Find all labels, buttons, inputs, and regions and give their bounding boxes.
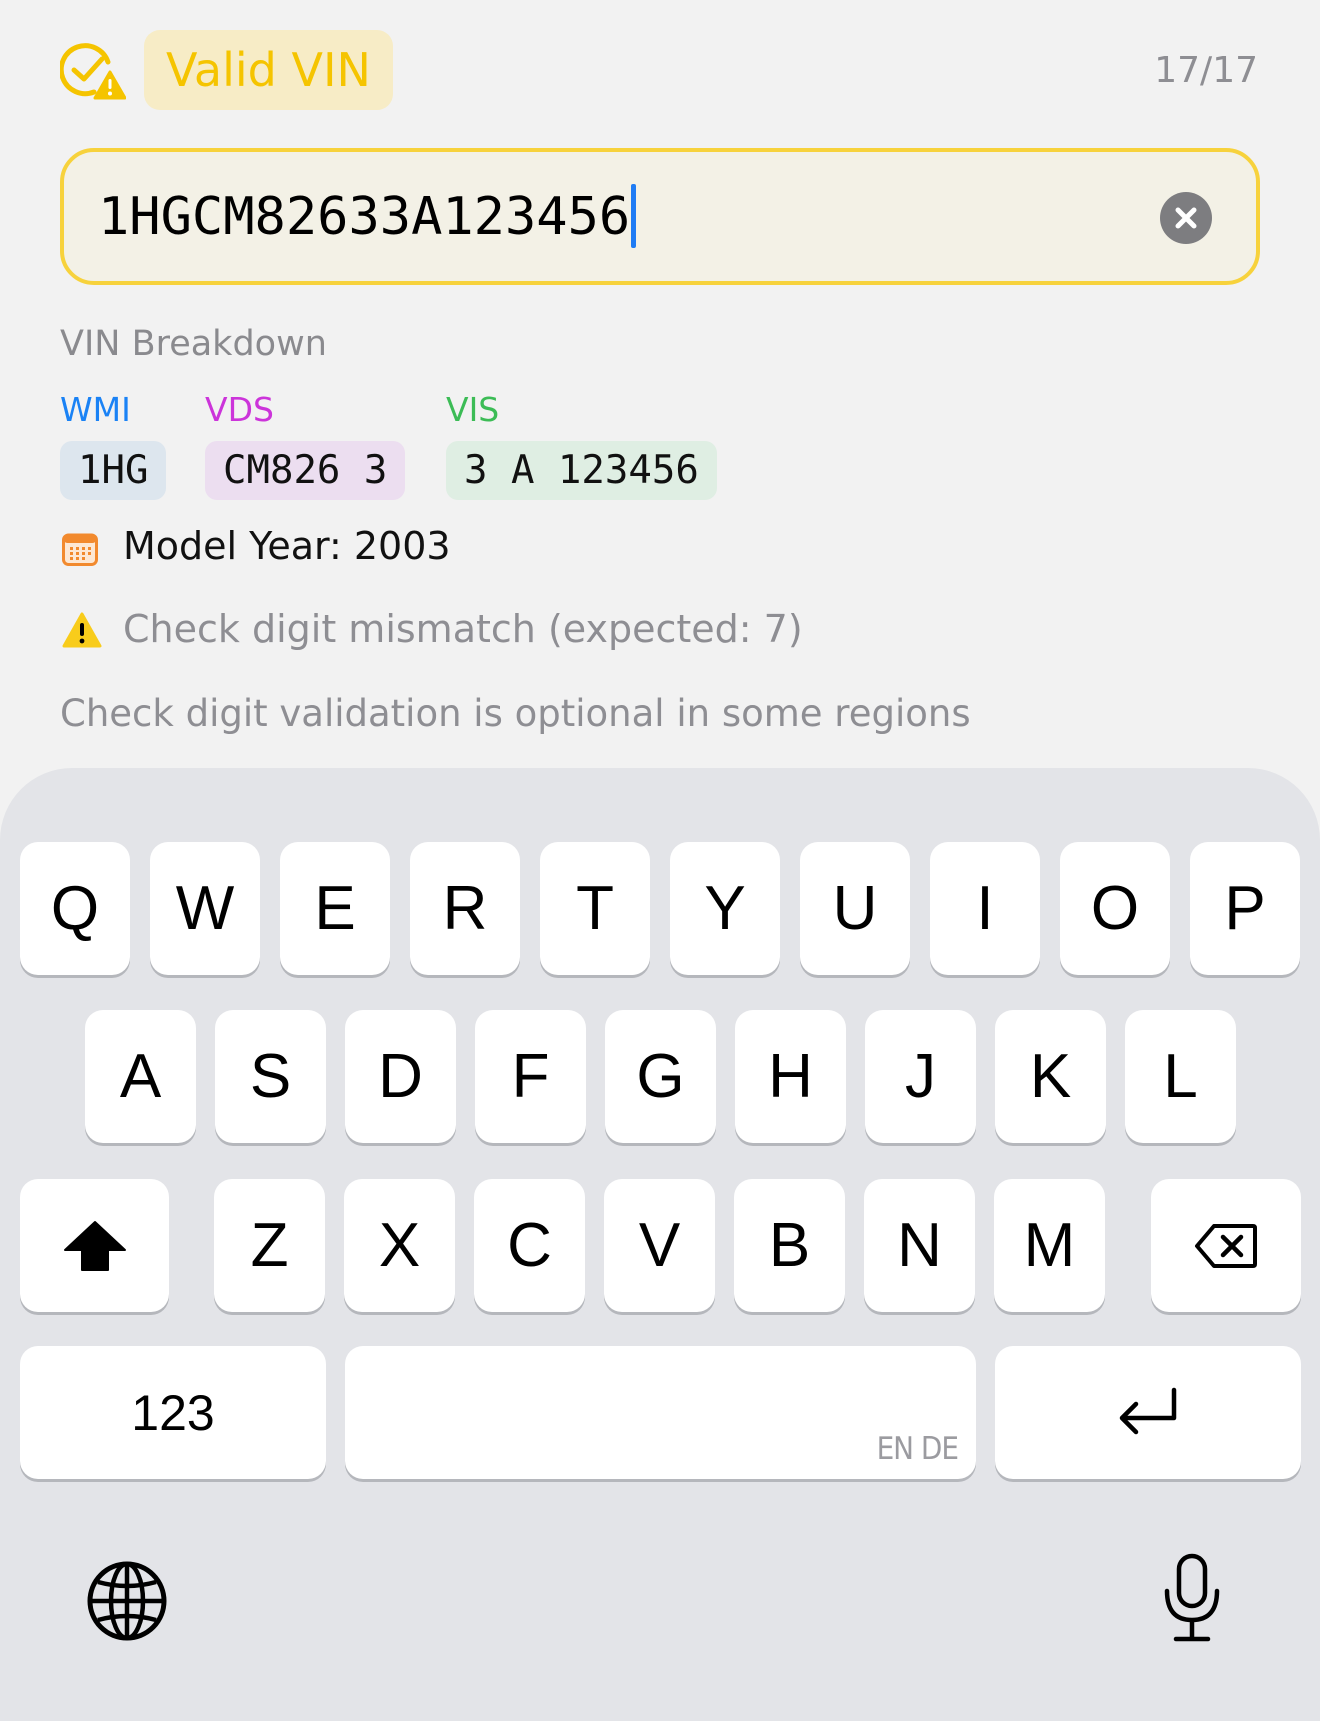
- key-e[interactable]: E: [280, 842, 390, 975]
- key-j[interactable]: J: [865, 1010, 976, 1143]
- text-cursor: [631, 184, 637, 248]
- character-count: 17/17: [1154, 50, 1258, 91]
- key-v[interactable]: V: [604, 1179, 715, 1312]
- space-key[interactable]: EN DE: [345, 1346, 976, 1479]
- key-t[interactable]: T: [540, 842, 650, 975]
- key-h[interactable]: H: [735, 1010, 846, 1143]
- status-badge: Valid VIN: [144, 30, 393, 110]
- key-u[interactable]: U: [800, 842, 910, 975]
- segment-label-wmi: WMI: [60, 390, 131, 429]
- vin-value: 1HGCM82633A123456: [98, 187, 631, 247]
- breakdown-title: VIN Breakdown: [60, 324, 327, 364]
- key-g[interactable]: G: [605, 1010, 716, 1143]
- key-z[interactable]: Z: [214, 1179, 325, 1312]
- space-language-label: EN DE: [876, 1431, 959, 1467]
- segment-label-vds: VDS: [205, 390, 274, 429]
- key-b[interactable]: B: [734, 1179, 845, 1312]
- keyboard: 123 EN DE QWERTYUIOP ASDFGHJKL ZXCVBNM: [0, 768, 1320, 1721]
- validation-note: Check digit validation is optional in so…: [60, 692, 971, 735]
- key-a[interactable]: A: [85, 1010, 196, 1143]
- key-o[interactable]: O: [1060, 842, 1170, 975]
- clear-button[interactable]: [1160, 192, 1212, 244]
- clear-circle-icon: [1175, 207, 1197, 229]
- key-w[interactable]: W: [150, 842, 260, 975]
- warning-icon: [62, 612, 102, 648]
- key-s[interactable]: S: [215, 1010, 326, 1143]
- key-r[interactable]: R: [410, 842, 520, 975]
- check-circle-warning-icon: [58, 42, 127, 100]
- globe-icon[interactable]: [86, 1560, 168, 1642]
- key-x[interactable]: X: [344, 1179, 455, 1312]
- key-k[interactable]: K: [995, 1010, 1106, 1143]
- return-arrow-icon: [1119, 1387, 1177, 1434]
- segment-chip-wmi: 1HG: [60, 441, 167, 500]
- return-key[interactable]: [995, 1346, 1301, 1479]
- key-f[interactable]: F: [475, 1010, 586, 1143]
- segment-chip-vis: 3 A 123456: [446, 441, 717, 500]
- key-n[interactable]: N: [864, 1179, 975, 1312]
- calendar-icon: [62, 532, 98, 566]
- key-c[interactable]: C: [474, 1179, 585, 1312]
- numbers-key[interactable]: 123: [20, 1346, 326, 1479]
- vin-input[interactable]: 1HGCM82633A123456: [60, 148, 1260, 285]
- key-p[interactable]: P: [1190, 842, 1300, 975]
- shift-key[interactable]: [20, 1179, 169, 1312]
- model-year: Model Year: 2003: [123, 524, 451, 568]
- key-m[interactable]: M: [994, 1179, 1105, 1312]
- key-d[interactable]: D: [345, 1010, 456, 1143]
- key-y[interactable]: Y: [670, 842, 780, 975]
- key-i[interactable]: I: [930, 842, 1040, 975]
- segment-label-vis: VIS: [446, 390, 500, 429]
- segment-chip-vds: CM826 3: [205, 441, 406, 500]
- delete-key[interactable]: [1151, 1179, 1301, 1312]
- key-l[interactable]: L: [1125, 1010, 1236, 1143]
- shift-arrow-icon: [63, 1220, 126, 1271]
- key-q[interactable]: Q: [20, 842, 130, 975]
- vin-input-text: 1HGCM82633A123456: [98, 184, 637, 250]
- microphone-icon[interactable]: [1162, 1553, 1222, 1643]
- backspace-icon: [1195, 1223, 1257, 1268]
- check-digit-warning: Check digit mismatch (expected: 7): [123, 607, 803, 651]
